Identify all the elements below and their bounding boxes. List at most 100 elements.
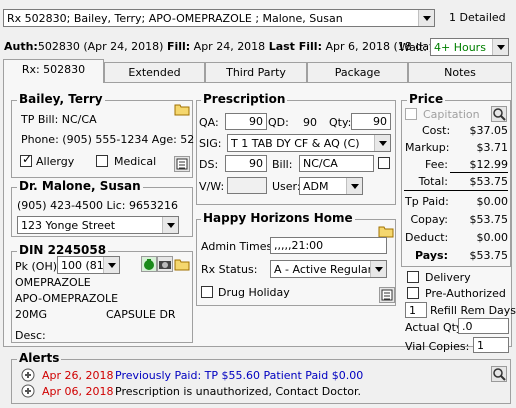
tab-third-party[interactable]: Third Party — [205, 62, 307, 82]
patient-phone: Phone: (905) 555-1234 Age: 52 — [21, 133, 195, 146]
markup-value: $3.71 — [476, 141, 509, 154]
patient-name[interactable]: Bailey, Terry — [17, 92, 105, 106]
alert-date: Apr 26, 2018 — [42, 369, 114, 382]
doctor-phone-lic: (905) 423-4500 Lic: 9653216 — [17, 199, 178, 212]
qd-value: 90 — [303, 116, 317, 129]
rx-patient-combo[interactable]: Rx 502830; Bailey, Terry; APO-OMEPRAZOLE… — [3, 9, 435, 27]
chevron-down-icon[interactable] — [162, 217, 178, 233]
camera-icon[interactable] — [157, 256, 173, 272]
rx-status-combo[interactable]: A - Active Regular D — [270, 260, 387, 278]
auth-label: Auth: — [4, 40, 38, 53]
tab-notes[interactable]: Notes — [408, 62, 512, 82]
qa-field[interactable]: 90 — [225, 113, 267, 130]
admin-times-field[interactable]: ,,,,,21:00 — [270, 237, 387, 254]
calculator-icon[interactable] — [379, 287, 395, 303]
tp-paid-value: $0.00 — [476, 195, 509, 208]
markup-label: Markup: — [405, 141, 450, 154]
actual-qty-field[interactable]: .0 — [458, 318, 509, 334]
fill-label: Fill: — [166, 40, 191, 53]
drug-brand: APO-OMEPRAZOLE — [15, 292, 119, 305]
rx-status-label: Rx Status: — [201, 263, 258, 276]
home-title: Happy Horizons Home — [201, 211, 355, 225]
folder-icon[interactable] — [174, 102, 190, 116]
folder-icon[interactable] — [174, 257, 190, 271]
search-icon[interactable] — [491, 106, 507, 122]
vw-field[interactable] — [227, 177, 267, 194]
user-value: ADM — [303, 180, 329, 193]
calculator-icon[interactable] — [174, 156, 190, 172]
delivery-checkbox[interactable] — [407, 271, 419, 283]
user-combo[interactable]: ADM — [299, 177, 363, 195]
drug-din: DIN 2245058 — [17, 243, 109, 257]
alerts-title: Alerts — [17, 351, 62, 365]
sig-combo[interactable]: T 1 TAB DY CF & AQ (C) — [227, 134, 391, 152]
tab-package[interactable]: Package — [307, 62, 408, 82]
tab-package-label: Package — [334, 66, 381, 79]
patient-tp-bill: TP Bill: NC/CA — [21, 113, 97, 126]
last-fill-label: Last Fill: — [268, 40, 322, 53]
fee-value: $12.99 — [469, 158, 509, 171]
drug-strength: 20MG — [15, 308, 48, 321]
ds-field[interactable]: 90 — [225, 155, 267, 172]
actual-qty-label: Actual Qty: — [405, 321, 466, 334]
admin-times-label: Admin Times: — [201, 240, 276, 253]
doctor-address-combo[interactable]: 123 Yonge Street — [17, 216, 179, 234]
doctor-address-value: 123 Yonge Street — [21, 219, 116, 232]
rx-status-value: A - Active Regular D — [274, 263, 370, 276]
total-divider — [450, 172, 508, 173]
allergy-label: Allergy — [36, 155, 75, 168]
capitation-checkbox[interactable] — [405, 108, 417, 120]
cost-label: Cost: — [422, 124, 451, 137]
pk-combo[interactable]: 100 (810) — [57, 256, 120, 274]
tp-paid-label: Tp Paid: — [405, 195, 449, 208]
ds-label: DS: — [199, 158, 219, 171]
bill-checkbox[interactable] — [378, 157, 390, 169]
alert-warning-icon — [21, 384, 35, 401]
vial-copies-field[interactable]: 1 — [473, 337, 509, 353]
search-icon[interactable] — [491, 366, 507, 382]
sig-value: T 1 TAB DY CF & AQ (C) — [231, 137, 360, 150]
auth-line: Auth:502830 (Apr 24, 2018) Fill: Apr 24,… — [4, 40, 446, 53]
drug-generic: OMEPRAZOLE — [15, 276, 91, 289]
alert-text: Previously Paid: TP $55.60 Patient Paid … — [115, 369, 364, 382]
chevron-down-icon[interactable] — [370, 261, 386, 277]
tab-rx-label: Rx: 502830 — [21, 63, 86, 76]
total-label: Total: — [418, 175, 448, 188]
qty-field[interactable]: 90 — [351, 113, 391, 130]
chevron-down-icon[interactable] — [346, 178, 362, 194]
auth-value: 502830 (Apr 24, 2018) — [37, 40, 164, 53]
alert-text: Prescription is unauthorized, Contact Do… — [115, 385, 362, 398]
chevron-down-icon[interactable] — [374, 135, 390, 151]
medical-checkbox[interactable] — [96, 155, 108, 167]
tab-extended[interactable]: Extended — [104, 62, 205, 82]
chevron-down-icon[interactable] — [103, 257, 119, 273]
tab-rx[interactable]: Rx: 502830 — [3, 59, 104, 83]
doctor-name[interactable]: Dr. Malone, Susan — [17, 179, 143, 193]
delivery-label: Delivery — [425, 271, 471, 284]
cost-value: $37.05 — [469, 124, 509, 137]
vw-label: V/W: — [199, 180, 225, 193]
chevron-down-icon[interactable] — [418, 10, 434, 26]
tab-third-party-label: Third Party — [226, 66, 286, 79]
wait-value: 4+ Hours — [434, 41, 486, 54]
allergy-checkbox[interactable]: ✓ — [20, 152, 32, 167]
folder-icon[interactable] — [378, 224, 394, 238]
drug-form: CAPSULE DR — [106, 308, 176, 321]
bill-field[interactable]: NC/CA — [299, 155, 374, 172]
wait-combo[interactable]: 4+ Hours — [430, 38, 509, 56]
bill-label: Bill: — [272, 158, 293, 171]
qty-label: Qty: — [329, 116, 352, 129]
pk-value: 100 (810) — [61, 259, 103, 272]
deduct-value: $0.00 — [476, 231, 509, 244]
pays-value: $53.75 — [469, 249, 509, 262]
alert-warning-icon — [21, 368, 35, 385]
drug-holiday-checkbox[interactable] — [201, 286, 213, 298]
chevron-down-icon[interactable] — [492, 39, 508, 55]
wait-label: Wait: — [399, 41, 427, 54]
refill-field[interactable]: 1 — [405, 302, 427, 318]
detailed-count: 1 Detailed — [449, 11, 506, 24]
capitation-label: Capitation — [423, 108, 480, 121]
drug-info-icon[interactable] — [141, 256, 157, 272]
vial-copies-label: Vial Copies: — [405, 340, 470, 353]
pre-authorized-checkbox[interactable] — [407, 287, 419, 299]
